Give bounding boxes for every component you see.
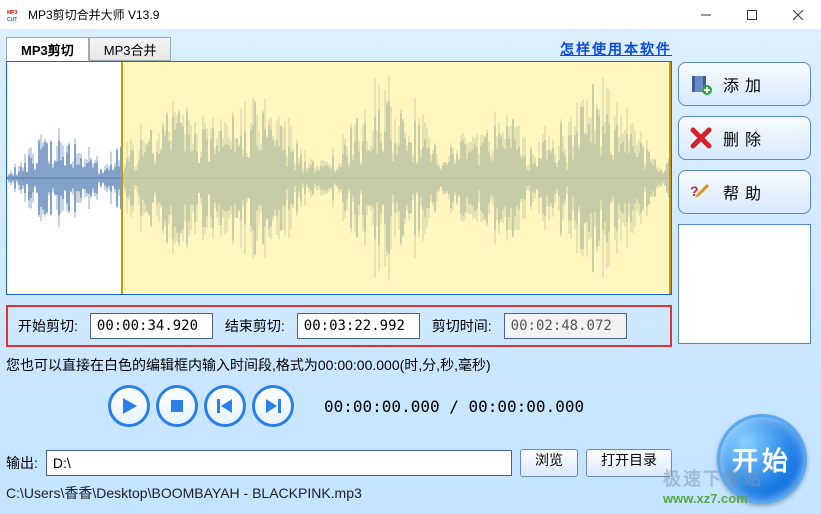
- svg-text:CUT: CUT: [7, 17, 17, 23]
- delete-x-icon: [689, 126, 713, 150]
- svg-text:?: ?: [690, 183, 705, 199]
- help-pencil-icon: ?: [689, 180, 713, 204]
- left-column: MP3剪切 MP3合并 怎样使用本软件 开始剪切: 00:00:34.920 结…: [6, 36, 672, 508]
- source-file-path: C:\Users\香香\Desktop\BOOMBAYAH - BLACKPIN…: [6, 483, 672, 503]
- maximize-button[interactable]: [729, 0, 775, 30]
- open-dir-button[interactable]: 打开目录: [586, 449, 672, 477]
- playback-controls: 00:00:00.000 / 00:00:00.000: [6, 385, 672, 427]
- output-row: 输出: D:\ 浏览 打开目录: [6, 449, 672, 477]
- main-area: MP3剪切 MP3合并 怎样使用本软件 开始剪切: 00:00:34.920 结…: [0, 30, 821, 514]
- waveform-area[interactable]: [6, 61, 672, 295]
- end-cut-input[interactable]: 00:03:22.992: [297, 313, 420, 339]
- output-label: 输出:: [6, 453, 38, 473]
- right-column: 添加 删除 ? 帮助 开始: [678, 36, 811, 508]
- playback-position: 00:00:00.000 / 00:00:00.000: [324, 397, 584, 416]
- add-button-label: 添加: [723, 72, 767, 96]
- top-row: MP3剪切 MP3合并 怎样使用本软件: [6, 36, 672, 62]
- end-cut-label: 结束剪切:: [225, 316, 285, 336]
- add-button[interactable]: 添加: [678, 62, 811, 106]
- title-bar: MP3CUT MP3剪切合并大师 V13.9: [0, 0, 821, 30]
- output-path-input[interactable]: D:\: [46, 450, 512, 476]
- tab-merge[interactable]: MP3合并: [89, 37, 172, 61]
- app-logo-icon: MP3CUT: [6, 7, 22, 23]
- next-marker-button[interactable]: [252, 385, 294, 427]
- prev-marker-button[interactable]: [204, 385, 246, 427]
- browse-button[interactable]: 浏览: [520, 449, 578, 477]
- selection-range[interactable]: [121, 62, 671, 294]
- film-add-icon: [689, 72, 713, 96]
- start-cut-label: 开始剪切:: [18, 316, 78, 336]
- format-hint: 您也可以直接在白色的编辑框内输入时间段,格式为00:00:00.000(时,分,…: [6, 355, 672, 375]
- help-button-label: 帮助: [723, 180, 767, 204]
- stop-button[interactable]: [156, 385, 198, 427]
- start-button[interactable]: 开始: [717, 414, 807, 504]
- help-button[interactable]: ? 帮助: [678, 170, 811, 214]
- how-to-use-link[interactable]: 怎样使用本软件: [560, 39, 672, 59]
- minimize-button[interactable]: [683, 0, 729, 30]
- position-separator: /: [440, 397, 469, 416]
- duration-value: 00:02:48.072: [504, 313, 627, 339]
- duration-label: 剪切时间:: [432, 316, 492, 336]
- tab-cut[interactable]: MP3剪切: [6, 37, 89, 61]
- preview-pane: [678, 224, 811, 344]
- time-controls: 开始剪切: 00:00:34.920 结束剪切: 00:03:22.992 剪切…: [6, 305, 672, 347]
- svg-text:MP3: MP3: [7, 10, 18, 16]
- play-button[interactable]: [108, 385, 150, 427]
- delete-button-label: 删除: [723, 126, 767, 150]
- start-cut-input[interactable]: 00:00:34.920: [90, 313, 213, 339]
- delete-button[interactable]: 删除: [678, 116, 811, 160]
- position-total: 00:00:00.000: [469, 397, 585, 416]
- window-title: MP3剪切合并大师 V13.9: [28, 6, 683, 23]
- tabs: MP3剪切 MP3合并: [6, 37, 171, 61]
- position-current: 00:00:00.000: [324, 397, 440, 416]
- close-button[interactable]: [775, 0, 821, 30]
